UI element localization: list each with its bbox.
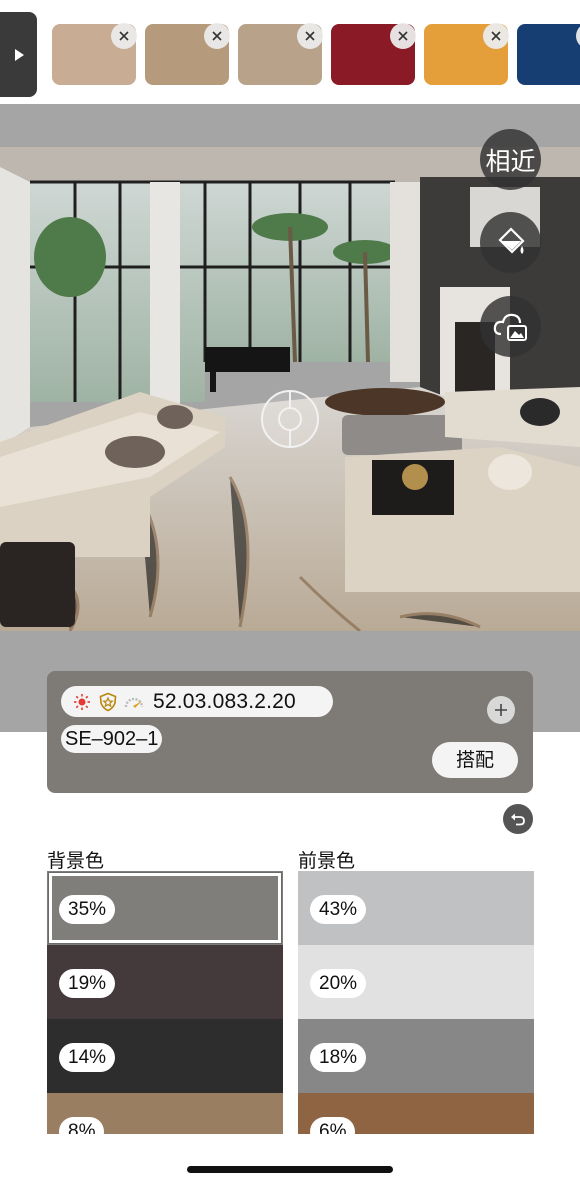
percent-label: 18% bbox=[310, 1043, 367, 1072]
percent-label: 14% bbox=[59, 1043, 116, 1072]
percent-label: 19% bbox=[59, 969, 116, 998]
percent-label: 20% bbox=[310, 969, 367, 998]
palette-row[interactable]: 19% bbox=[47, 945, 283, 1019]
percent-label: 8% bbox=[59, 1117, 105, 1134]
foreground-colors-title: 前景色 bbox=[298, 850, 356, 872]
swatch-1[interactable] bbox=[52, 23, 137, 85]
palette-row[interactable]: 6% bbox=[298, 1093, 534, 1134]
similar-button[interactable]: 相近 bbox=[480, 129, 541, 190]
palette-row[interactable]: 43% bbox=[298, 871, 534, 945]
close-icon[interactable] bbox=[576, 23, 580, 49]
swatch-5[interactable] bbox=[424, 23, 509, 85]
plus-icon bbox=[495, 704, 507, 716]
background-palette: 35% 19% 14% 8% bbox=[47, 871, 283, 1134]
swatch-2[interactable] bbox=[145, 23, 230, 85]
paint-bucket-button[interactable] bbox=[480, 212, 541, 273]
percent-label: 6% bbox=[310, 1117, 356, 1134]
color-code: 52.03.083.2.20 bbox=[153, 689, 296, 713]
paint-bucket-icon bbox=[497, 226, 525, 254]
triangle-right-icon bbox=[14, 48, 24, 61]
close-icon[interactable] bbox=[111, 23, 137, 49]
swatch-bar bbox=[0, 0, 580, 104]
match-button[interactable]: 搭配 bbox=[432, 742, 518, 778]
shield-star-icon bbox=[97, 691, 119, 713]
close-icon[interactable] bbox=[390, 23, 416, 49]
add-button[interactable] bbox=[487, 696, 515, 724]
palette-row[interactable]: 35% bbox=[47, 871, 283, 945]
color-code-pill: 52.03.083.2.20 bbox=[61, 686, 333, 717]
swatch-6[interactable] bbox=[517, 23, 580, 85]
cloud-image-icon bbox=[493, 313, 527, 341]
foreground-palette: 43% 20% 18% 6% bbox=[298, 871, 534, 1134]
palette-row[interactable]: 20% bbox=[298, 945, 534, 1019]
palette-row[interactable]: 8% bbox=[47, 1093, 283, 1134]
palette-row[interactable]: 14% bbox=[47, 1019, 283, 1093]
background-colors-title: 背景色 bbox=[47, 850, 105, 872]
palette-row[interactable]: 18% bbox=[298, 1019, 534, 1093]
cloud-image-button[interactable] bbox=[480, 296, 541, 357]
percent-label: 43% bbox=[310, 895, 367, 924]
close-icon[interactable] bbox=[483, 23, 509, 49]
sun-icon bbox=[71, 691, 93, 713]
similar-label: 相近 bbox=[485, 146, 536, 176]
undo-icon bbox=[511, 813, 525, 826]
swatch-3[interactable] bbox=[238, 23, 323, 85]
gauge-icon bbox=[123, 691, 145, 713]
color-picker-crosshair[interactable] bbox=[258, 387, 322, 451]
undo-button[interactable] bbox=[503, 804, 533, 834]
swatch-4[interactable] bbox=[331, 23, 416, 85]
color-name: SE–902–1 bbox=[61, 725, 163, 753]
close-icon[interactable] bbox=[297, 23, 323, 49]
expand-button[interactable] bbox=[0, 12, 37, 97]
close-icon[interactable] bbox=[204, 23, 230, 49]
color-info-card: 52.03.083.2.20 SE–902–1 搭配 bbox=[47, 671, 533, 793]
crosshair-icon bbox=[261, 390, 319, 448]
home-indicator bbox=[187, 1166, 393, 1173]
percent-label: 35% bbox=[59, 895, 116, 924]
